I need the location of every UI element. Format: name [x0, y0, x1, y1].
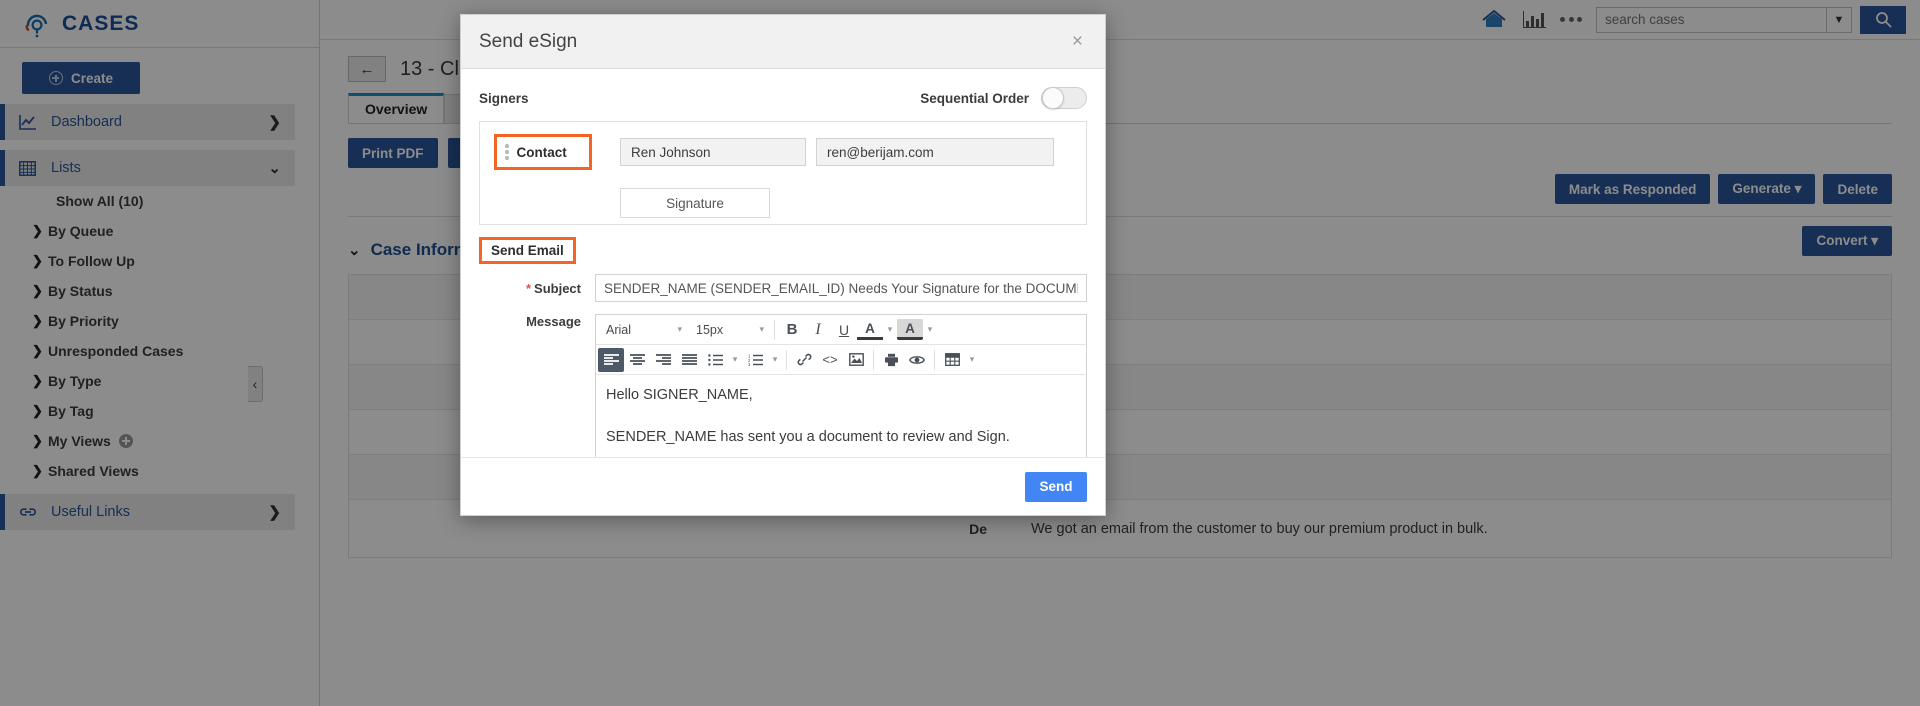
close-icon[interactable]: ×	[1068, 28, 1087, 55]
chevron-down-icon[interactable]: ▾	[768, 348, 782, 372]
signer-name-field[interactable]: Ren Johnson	[620, 138, 806, 166]
print-icon[interactable]	[878, 348, 904, 372]
chevron-down-icon: ▾	[759, 324, 764, 334]
bold-icon[interactable]: B	[779, 318, 805, 342]
text-color-icon[interactable]: A	[857, 320, 883, 340]
signers-label: Signers	[479, 90, 529, 106]
message-line-1: Hello SIGNER_NAME,	[606, 387, 753, 403]
modal-header: Send eSign ×	[461, 15, 1105, 69]
align-left-icon[interactable]	[598, 347, 624, 372]
message-line-2: SENDER_NAME has sent you a document to r…	[606, 428, 1010, 445]
underline-icon[interactable]: U	[831, 318, 857, 342]
divider	[873, 349, 874, 370]
drag-grip-icon[interactable]	[505, 144, 509, 160]
highlight-color-icon[interactable]: A	[897, 319, 923, 340]
chevron-down-icon[interactable]: ▾	[923, 318, 937, 342]
sequential-order-toggle[interactable]	[1041, 87, 1087, 109]
divider	[934, 349, 935, 370]
chevron-down-icon[interactable]: ▾	[965, 348, 979, 372]
send-email-section-header: Send Email	[479, 225, 1087, 264]
svg-text:3: 3	[748, 362, 751, 366]
signer-email-field[interactable]: ren@berijam.com	[816, 138, 1054, 166]
required-indicator: *	[525, 280, 532, 296]
signers-header: Signers Sequential Order	[479, 83, 1087, 113]
send-email-label: Send Email	[479, 237, 576, 264]
modal-footer: Send	[461, 457, 1105, 515]
code-icon[interactable]: <>	[817, 348, 843, 372]
signer-type-label: Contact	[516, 144, 567, 160]
font-size-value: 15px	[696, 322, 724, 337]
link-icon[interactable]	[791, 348, 817, 372]
rich-text-editor: Arial ▾ 15px ▾ B I U A ▾ A ▾ ▾ 1 2 3 ▾ <…	[595, 314, 1087, 457]
signer-row: Contact Ren Johnson ren@berijam.com	[494, 134, 1072, 170]
message-body[interactable]: Hello SIGNER_NAME, SENDER_NAME has sent …	[596, 375, 1086, 457]
table-icon[interactable]	[939, 348, 965, 372]
italic-icon[interactable]: I	[805, 318, 831, 342]
send-button[interactable]: Send	[1025, 471, 1087, 502]
divider	[774, 319, 775, 340]
sequential-order-control: Sequential Order	[920, 87, 1087, 109]
numbered-list-icon[interactable]: 123	[742, 348, 768, 372]
editor-toolbar-row-2: ▾ 123 ▾ <> ▾	[596, 345, 1086, 375]
modal-body: Signers Sequential Order Contact Ren Joh…	[461, 69, 1105, 457]
chevron-down-icon: ▾	[677, 324, 682, 334]
font-family-select[interactable]: Arial ▾	[598, 317, 688, 343]
subject-field-row: * Subject	[479, 274, 1087, 302]
subject-input[interactable]	[595, 274, 1087, 302]
font-family-value: Arial	[606, 322, 632, 337]
bullet-list-icon[interactable]	[702, 348, 728, 372]
image-icon[interactable]	[843, 348, 869, 372]
font-size-select[interactable]: 15px ▾	[688, 317, 770, 343]
subject-label-text: Subject	[534, 280, 581, 296]
chevron-down-icon[interactable]: ▾	[883, 318, 897, 342]
subject-label: * Subject	[479, 281, 595, 296]
signer-type-contact[interactable]: Contact	[494, 134, 592, 170]
message-label: Message	[526, 314, 581, 329]
modal-title: Send eSign	[479, 30, 578, 52]
chevron-down-icon[interactable]: ▾	[728, 348, 742, 372]
message-field-row: Message Arial ▾ 15px ▾ B I U A ▾ A ▾ ▾ 1…	[479, 314, 1087, 457]
divider	[786, 349, 787, 370]
sequential-order-label: Sequential Order	[920, 90, 1029, 106]
align-center-icon[interactable]	[624, 348, 650, 372]
align-right-icon[interactable]	[650, 348, 676, 372]
editor-toolbar-row-1: Arial ▾ 15px ▾ B I U A ▾ A ▾	[596, 315, 1086, 345]
send-esign-modal: Send eSign × Signers Sequential Order Co…	[460, 14, 1106, 516]
align-justify-icon[interactable]	[676, 348, 702, 372]
preview-icon[interactable]	[904, 348, 930, 372]
signature-button[interactable]: Signature	[620, 188, 770, 218]
signers-list: Contact Ren Johnson ren@berijam.com Sign…	[479, 121, 1087, 225]
